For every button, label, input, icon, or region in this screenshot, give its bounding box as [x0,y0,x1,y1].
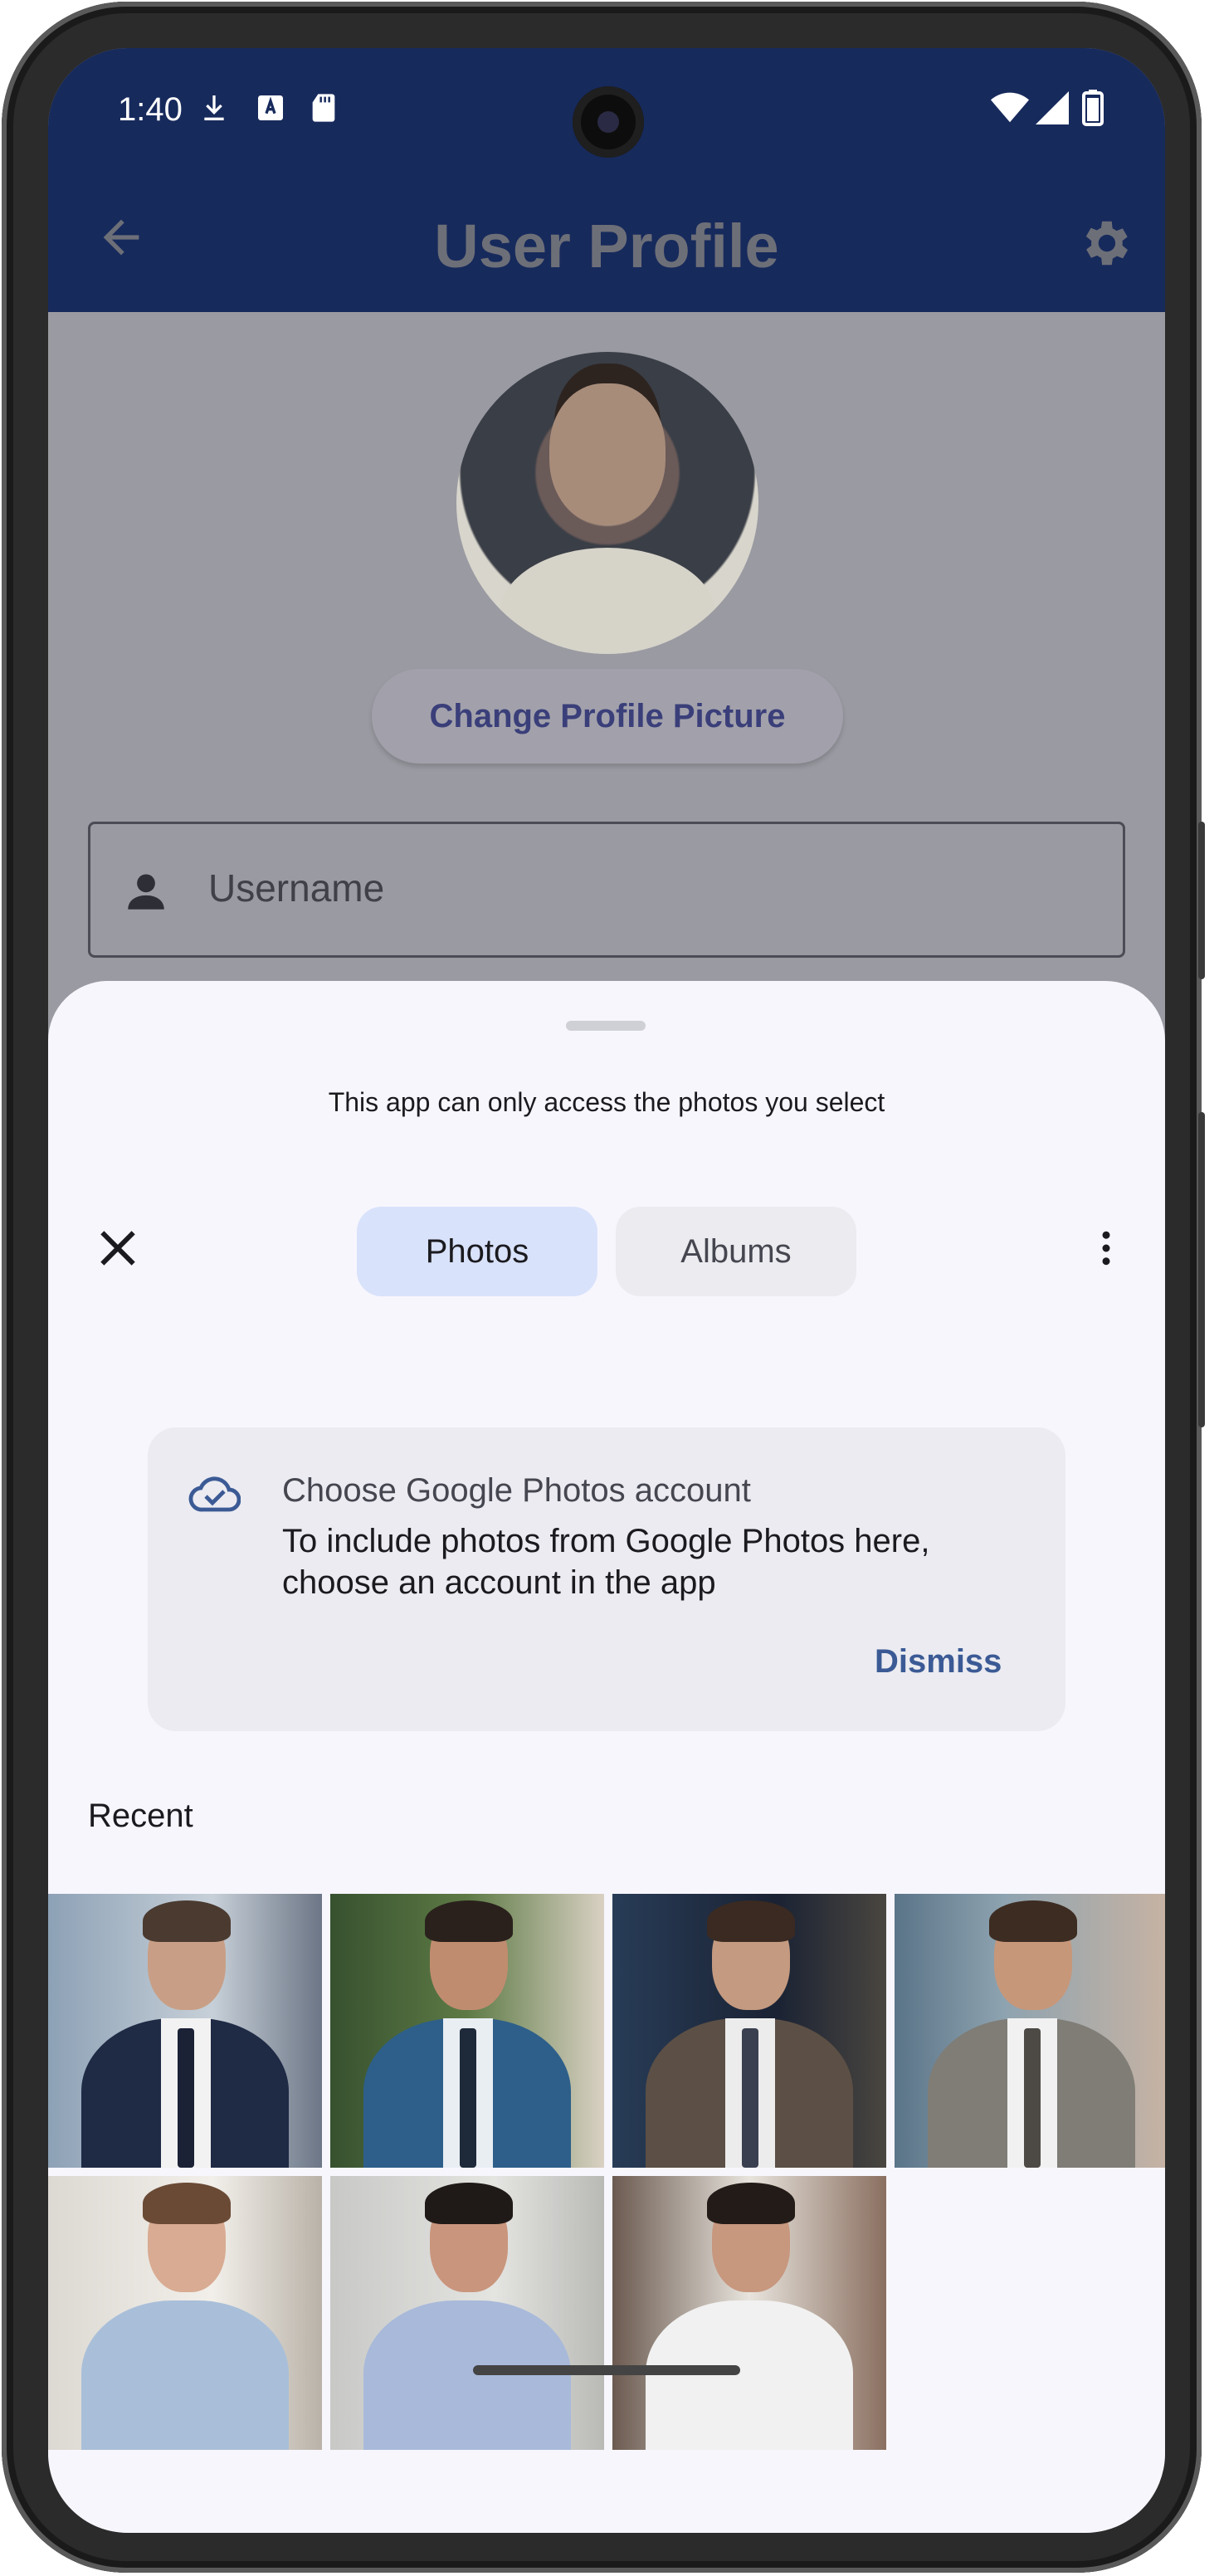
tab-photos[interactable]: Photos [357,1207,597,1296]
tab-albums[interactable]: Albums [616,1207,856,1296]
google-photos-card: Choose Google Photos account To include … [148,1427,1065,1731]
change-profile-picture-button[interactable]: Change Profile Picture [372,669,843,764]
download-icon [197,90,231,130]
access-notice: This app can only access the photos you … [328,1087,885,1117]
screen: 1:40 User Profile Change Profile Picture… [48,48,1165,2533]
card-body: To include photos from Google Photos her… [282,1523,930,1601]
cloud-done-icon [188,1471,241,1515]
page-title: User Profile [434,212,779,281]
sd-card-icon [307,90,340,130]
home-indicator[interactable] [473,2365,740,2375]
volume-button [1198,822,1205,979]
person-icon [122,867,170,915]
dismiss-button[interactable]: Dismiss [875,1643,1002,1681]
section-label-recent: Recent [88,1798,193,1834]
photo-woman-blue-shirt[interactable] [330,2176,604,2450]
gear-icon[interactable] [1075,214,1134,272]
wifi-icon [991,91,1029,129]
app-bar: 1:40 User Profile [48,48,1165,312]
photo-man-navy-suit-city[interactable] [48,1894,322,2168]
photo-man-brown-suit-office[interactable] [612,1894,886,2168]
photo-man-gray-suit-windows[interactable] [895,1894,1165,2168]
battery-icon [1082,90,1104,130]
avatar [456,352,758,654]
more-vert-icon[interactable] [1084,1222,1129,1275]
power-button [1198,1112,1205,1427]
photo-woman-white-shirt[interactable] [612,2176,886,2450]
close-icon[interactable] [91,1222,144,1275]
username-placeholder: Username [208,866,385,910]
card-title: Choose Google Photos account [282,1472,751,1509]
drag-handle[interactable] [566,1021,646,1031]
status-bar: 1:40 [48,48,1165,173]
font-icon [254,90,287,130]
status-time: 1:40 [118,91,183,128]
front-camera [573,86,644,158]
signal-icon [1036,91,1069,129]
photo-picker-sheet: This app can only access the photos you … [48,981,1165,2533]
photo-man-blue-shirt[interactable] [48,2176,322,2450]
username-field[interactable]: Username [88,822,1125,958]
photo-man-blue-suit-hedge[interactable] [330,1894,604,2168]
